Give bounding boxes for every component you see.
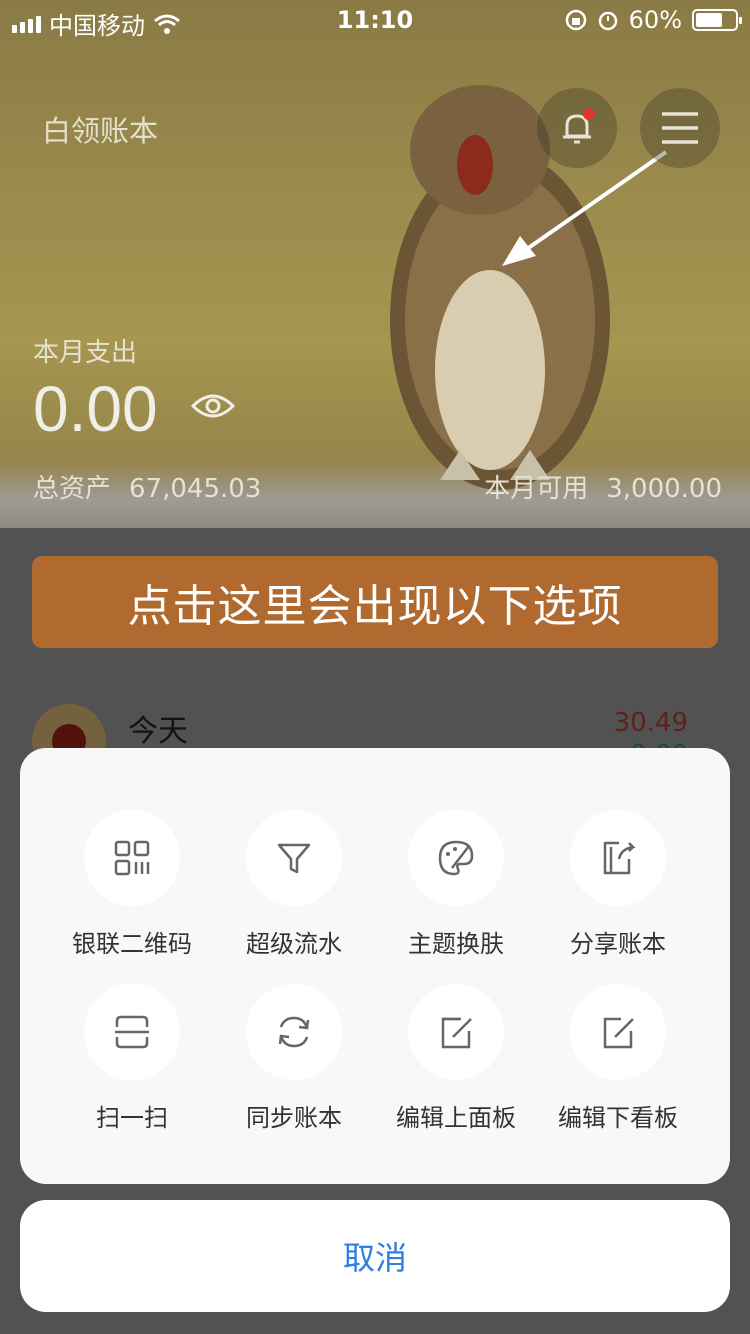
today-amount: 30.49 [613,708,688,738]
sheet-item-label: 扫一扫 [96,1104,168,1132]
cancel-button[interactable]: 取消 [20,1200,730,1312]
filter-icon [246,810,342,906]
eye-icon[interactable] [190,388,236,424]
month-expense-label: 本月支出 [33,338,138,368]
alarm-icon [598,11,617,31]
total-assets-value: 67,045.03 [129,474,262,504]
sheet-item-label: 银联二维码 [72,930,192,958]
edit-icon [408,984,504,1080]
month-available-value: 3,000.00 [606,474,722,504]
edit-icon [570,984,666,1080]
sheet-item-label: 超级流水 [246,930,342,958]
qr-code-icon [84,810,180,906]
battery-icon [692,9,742,31]
today-label: 今天 [128,714,188,749]
status-right: 60% [565,6,742,34]
palette-icon [408,810,504,906]
sync-icon [246,984,342,1080]
total-assets-label: 总资产 [33,474,112,504]
sheet-item-label: 分享账本 [570,930,666,958]
sheet-item-unionpay-qr[interactable]: 银联二维码 [42,810,222,960]
notification-button[interactable] [537,88,617,168]
sheet-item-edit-top-panel[interactable]: 编辑上面板 [366,984,546,1134]
sheet-item-label: 编辑下看板 [558,1104,678,1132]
month-expense-value: 0.00 [33,373,158,445]
app-title: 白领账本 [42,114,159,148]
sheet-item-share-book[interactable]: 分享账本 [528,810,708,960]
annotation-banner: 点击这里会出现以下选项 [32,556,718,648]
sheet-item-edit-bottom-panel[interactable]: 编辑下看板 [528,984,708,1134]
menu-button[interactable] [640,88,720,168]
sheet-item-super-flow[interactable]: 超级流水 [204,810,384,960]
orientation-lock-icon [565,9,586,31]
sheet-item-sync[interactable]: 同步账本 [204,984,384,1134]
sheet-item-label: 编辑上面板 [396,1104,516,1132]
battery-text: 60% [628,6,682,34]
total-assets: 总资产 67,045.03 [33,468,261,505]
month-available: 本月可用 3,000.00 [484,468,722,505]
scan-icon [84,984,180,1080]
notification-dot [583,108,595,120]
status-bar: 中国移动 11:10 60% [0,0,750,40]
sheet-item-scan[interactable]: 扫一扫 [42,984,222,1134]
annotation-text: 点击这里会出现以下选项 [127,581,623,632]
cancel-label: 取消 [342,1239,407,1277]
sheet-item-theme[interactable]: 主题换肤 [366,810,546,960]
share-book-icon [570,810,666,906]
sheet-item-label: 同步账本 [246,1104,342,1132]
month-available-label: 本月可用 [484,474,589,504]
hero-banner [0,0,750,528]
action-sheet: 银联二维码 超级流水 主题换肤 分享账本 扫一扫 同步账本 编辑上面板 编辑下看… [20,748,730,1184]
sheet-item-label: 主题换肤 [408,930,504,958]
hamburger-menu-icon [662,112,698,144]
